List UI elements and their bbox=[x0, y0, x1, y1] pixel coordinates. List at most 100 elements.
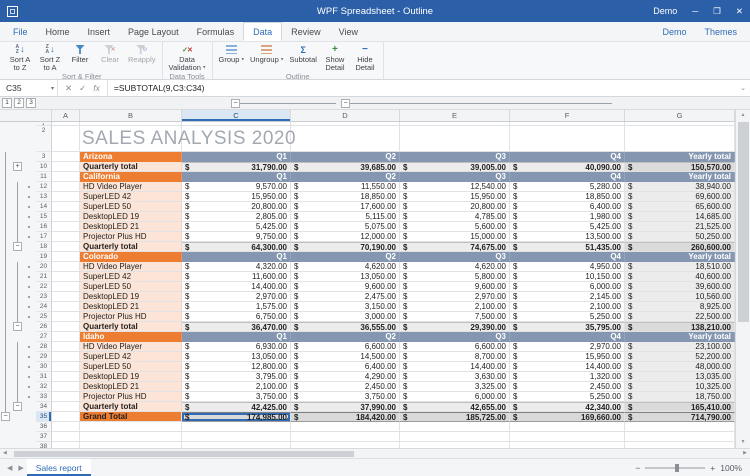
cell[interactable]: $21,525.00 bbox=[625, 222, 735, 232]
tab-themes[interactable]: Themes bbox=[695, 22, 746, 41]
tab-demo[interactable]: Demo bbox=[653, 22, 695, 41]
data-validation-button[interactable]: ✓✕ Data Validation ▾ bbox=[166, 43, 209, 71]
cell[interactable]: $42,425.00 bbox=[182, 402, 291, 412]
outline-collapse-button[interactable]: − bbox=[13, 402, 22, 411]
row-header[interactable]: 36 bbox=[36, 422, 52, 432]
cell[interactable] bbox=[52, 322, 80, 332]
cell[interactable] bbox=[52, 262, 80, 272]
cell[interactable]: $10,150.00 bbox=[510, 272, 625, 282]
cell[interactable]: Yearly total bbox=[625, 172, 735, 182]
row-header[interactable]: 18 bbox=[36, 242, 52, 252]
cell[interactable]: $3,000.00 bbox=[291, 312, 400, 322]
cell[interactable]: $23,100.00 bbox=[625, 342, 735, 352]
row-header[interactable]: 28 bbox=[36, 342, 52, 352]
cell[interactable]: $10,560.00 bbox=[625, 292, 735, 302]
cell[interactable] bbox=[510, 432, 625, 442]
cell[interactable]: SuperLED 42 bbox=[80, 272, 182, 282]
cell[interactable]: DesktopLED 19 bbox=[80, 292, 182, 302]
row-header[interactable]: 35 bbox=[36, 412, 52, 422]
cell[interactable]: Q2 bbox=[291, 172, 400, 182]
row-header[interactable]: 22 bbox=[36, 282, 52, 292]
cell[interactable]: Q3 bbox=[400, 152, 510, 162]
cell[interactable]: $4,320.00 bbox=[182, 262, 291, 272]
cell[interactable]: Quarterly total bbox=[80, 242, 182, 252]
cell[interactable] bbox=[400, 126, 510, 152]
cell[interactable]: $2,450.00 bbox=[291, 382, 400, 392]
cell[interactable] bbox=[625, 432, 735, 442]
cell[interactable] bbox=[291, 126, 400, 152]
cell[interactable] bbox=[52, 392, 80, 402]
cell[interactable]: $14,400.00 bbox=[182, 282, 291, 292]
cell[interactable]: $5,250.00 bbox=[510, 392, 625, 402]
row-header[interactable]: 13 bbox=[36, 192, 52, 202]
sheet-nav-prev-icon[interactable]: ◀ bbox=[4, 464, 15, 472]
tab-file[interactable]: File bbox=[4, 22, 37, 41]
zoom-out-button[interactable]: − bbox=[635, 463, 640, 473]
cell[interactable]: $29,390.00 bbox=[400, 322, 510, 332]
cell[interactable]: $6,600.00 bbox=[400, 342, 510, 352]
cell[interactable]: $5,425.00 bbox=[510, 222, 625, 232]
column-outline-collapse-button[interactable]: − bbox=[341, 99, 350, 108]
filter-button[interactable]: Filter bbox=[65, 43, 95, 64]
row-header[interactable]: 24 bbox=[36, 302, 52, 312]
tab-data[interactable]: Data bbox=[243, 22, 282, 41]
column-header-d[interactable]: D bbox=[291, 110, 400, 121]
cell[interactable]: Projector Plus HD bbox=[80, 232, 182, 242]
cell[interactable]: $2,100.00 bbox=[400, 302, 510, 312]
cell[interactable] bbox=[52, 342, 80, 352]
cell[interactable]: $11,600.00 bbox=[182, 272, 291, 282]
maximize-button[interactable]: ❐ bbox=[713, 6, 721, 16]
cell[interactable]: HD Video Player bbox=[80, 342, 182, 352]
row-header[interactable]: 32 bbox=[36, 382, 52, 392]
cell[interactable] bbox=[52, 302, 80, 312]
scroll-right-icon[interactable]: ▶ bbox=[743, 449, 747, 458]
cell[interactable]: $51,435.00 bbox=[510, 242, 625, 252]
row-header[interactable]: 37 bbox=[36, 432, 52, 442]
cell[interactable]: $15,000.00 bbox=[400, 232, 510, 242]
cell[interactable]: $39,005.00 bbox=[400, 162, 510, 172]
cell[interactable]: $4,950.00 bbox=[510, 262, 625, 272]
show-detail-button[interactable]: + ShowDetail bbox=[320, 43, 350, 71]
cell[interactable] bbox=[52, 182, 80, 192]
cell[interactable]: Quarterly total bbox=[80, 322, 182, 332]
cell[interactable] bbox=[52, 232, 80, 242]
cell[interactable]: $3,630.00 bbox=[400, 372, 510, 382]
cell[interactable]: $2,970.00 bbox=[400, 292, 510, 302]
cell[interactable]: Grand Total bbox=[80, 412, 182, 422]
sheet-nav-next-icon[interactable]: ▶ bbox=[15, 464, 26, 472]
cell[interactable] bbox=[52, 362, 80, 372]
row-header[interactable]: 29 bbox=[36, 352, 52, 362]
cell[interactable]: $14,400.00 bbox=[510, 362, 625, 372]
cell[interactable] bbox=[52, 332, 80, 342]
cell[interactable] bbox=[80, 432, 182, 442]
cell[interactable]: Q1 bbox=[182, 252, 291, 262]
cell[interactable]: Q3 bbox=[400, 332, 510, 342]
cell[interactable]: $69,600.00 bbox=[625, 192, 735, 202]
cell[interactable]: $14,685.00 bbox=[625, 212, 735, 222]
cell[interactable]: Projector Plus HD bbox=[80, 312, 182, 322]
selected-cell[interactable]: $174,985.00 bbox=[182, 412, 291, 422]
cell[interactable]: Q4 bbox=[510, 252, 625, 262]
cell[interactable]: $11,550.00 bbox=[291, 182, 400, 192]
row-header[interactable]: 26 bbox=[36, 322, 52, 332]
cell[interactable] bbox=[52, 422, 80, 432]
cell[interactable]: Q1 bbox=[182, 172, 291, 182]
close-button[interactable]: ✕ bbox=[736, 6, 743, 16]
cell[interactable]: $65,600.00 bbox=[625, 202, 735, 212]
row-header[interactable]: 25 bbox=[36, 312, 52, 322]
cell[interactable]: $9,600.00 bbox=[400, 282, 510, 292]
cell[interactable]: $5,115.00 bbox=[291, 212, 400, 222]
cell[interactable]: $18,750.00 bbox=[625, 392, 735, 402]
cell[interactable]: $13,050.00 bbox=[291, 272, 400, 282]
row-header[interactable]: 21 bbox=[36, 272, 52, 282]
cell[interactable] bbox=[510, 422, 625, 432]
cell[interactable] bbox=[52, 402, 80, 412]
row-header[interactable]: 3 bbox=[36, 152, 52, 162]
cell[interactable]: $48,000.00 bbox=[625, 362, 735, 372]
cell[interactable]: DesktopLED 21 bbox=[80, 382, 182, 392]
cell[interactable]: Quarterly total bbox=[80, 402, 182, 412]
cell[interactable]: $2,145.00 bbox=[510, 292, 625, 302]
group-button[interactable]: Group ▾ bbox=[216, 43, 247, 64]
cell[interactable]: $14,500.00 bbox=[291, 352, 400, 362]
cell[interactable]: SuperLED 42 bbox=[80, 192, 182, 202]
